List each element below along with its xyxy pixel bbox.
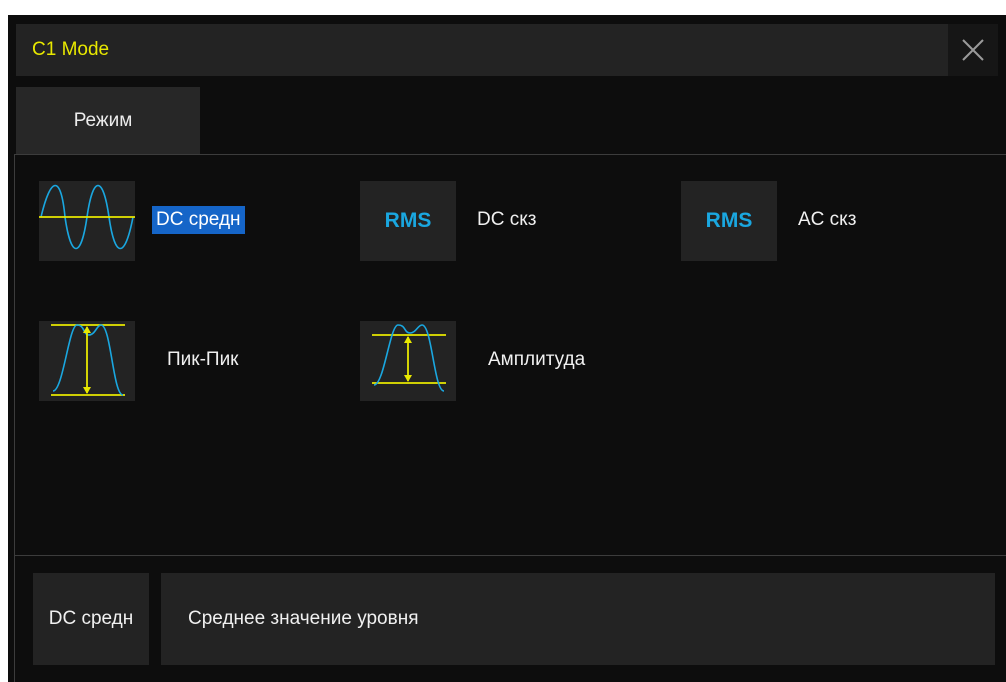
- c1-mode-dialog: C1 Mode Режим DC средн RMS DC скз RMS AC…: [8, 15, 1006, 682]
- info-left-border: [14, 555, 15, 682]
- option-dc-mean-label: DC средн: [152, 206, 245, 234]
- amplitude-icon: [372, 324, 446, 392]
- option-ac-rms-label: AC скз: [798, 209, 857, 230]
- option-peak-to-peak-label: Пик-Пик: [167, 349, 239, 370]
- rms-icon: RMS: [384, 209, 432, 232]
- rms-icon: RMS: [705, 209, 753, 232]
- option-dc-rms-icon-box: RMS: [360, 181, 456, 261]
- tab-mode-label: Режим: [73, 110, 133, 131]
- title-bar: C1 Mode: [16, 24, 998, 76]
- info-mode-name: DC средн: [33, 573, 149, 665]
- info-divider: [14, 555, 1006, 556]
- option-ac-rms[interactable]: RMS AC скз: [681, 181, 941, 261]
- sine-wave-dc-icon: [39, 184, 135, 250]
- close-button[interactable]: [948, 24, 998, 76]
- tab-mode[interactable]: Режим: [16, 87, 200, 155]
- option-amplitude-label: Амплитуда: [488, 349, 586, 370]
- option-amplitude-icon-box: [360, 321, 456, 401]
- info-mode-description: Среднее значение уровня: [161, 573, 995, 665]
- option-dc-rms[interactable]: RMS DC скз: [360, 181, 620, 261]
- option-amplitude[interactable]: Амплитуда: [360, 321, 640, 401]
- option-peak-to-peak[interactable]: Пик-Пик: [39, 321, 299, 401]
- option-dc-mean-icon-box: [39, 181, 135, 261]
- close-icon: [962, 39, 984, 61]
- option-ac-rms-icon-box: RMS: [681, 181, 777, 261]
- option-dc-rms-label: DC скз: [477, 209, 537, 230]
- option-dc-mean[interactable]: DC средн: [39, 181, 319, 261]
- peak-to-peak-icon: [51, 324, 125, 396]
- dialog-title: C1 Mode: [32, 39, 110, 60]
- option-peak-to-peak-icon-box: [39, 321, 135, 401]
